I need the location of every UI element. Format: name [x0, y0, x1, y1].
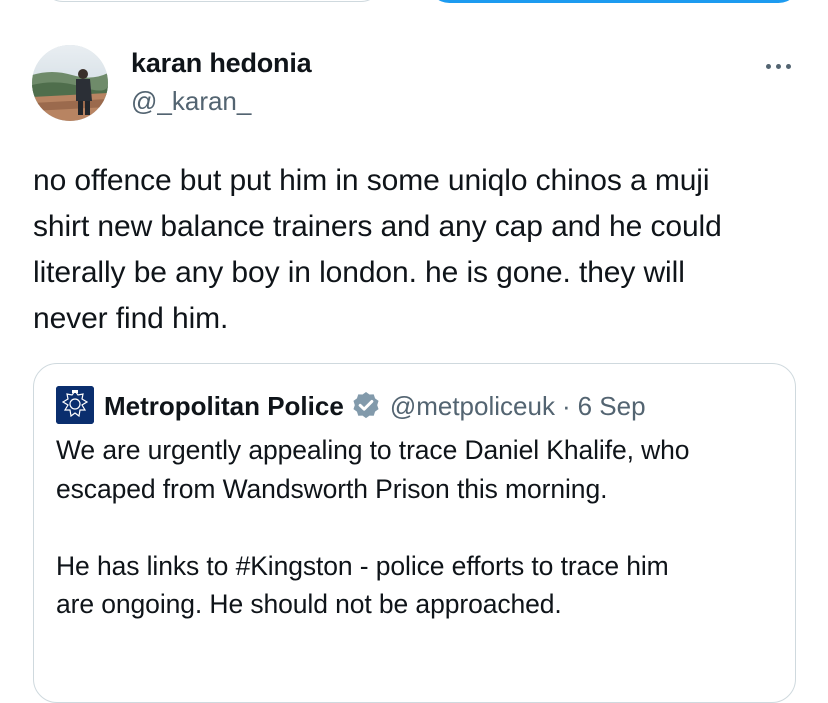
ellipsis-dot-icon [765, 63, 771, 69]
quoted-tweet-card[interactable]: Metropolitan Police @metpoliceuk · 6 Sep… [33, 363, 796, 703]
quoted-tweet-date[interactable]: 6 Sep [578, 391, 646, 422]
primary-action-button[interactable] [428, 0, 800, 3]
quoted-author-name[interactable]: Metropolitan Police [104, 391, 344, 422]
met-police-crest-icon [56, 386, 94, 424]
verified-badge-icon [353, 392, 379, 419]
more-options-icon[interactable] [760, 52, 796, 80]
secondary-action-button[interactable] [42, 0, 382, 2]
ellipsis-dot-icon [775, 63, 781, 69]
author-avatar[interactable] [32, 45, 108, 121]
author-handle[interactable]: @_karan_ [131, 86, 251, 117]
quoted-tweet-header: Metropolitan Police @metpoliceuk · 6 Sep [104, 388, 646, 424]
quoted-author-handle[interactable]: @metpoliceuk [390, 391, 555, 422]
tweet-text: no offence but put him in some uniqlo ch… [33, 164, 722, 335]
avatar-photo [32, 45, 108, 121]
author-name[interactable]: karan hedonia [131, 48, 312, 79]
ellipsis-dot-icon [785, 63, 791, 69]
separator-dot: · [561, 390, 571, 421]
quoted-tweet-text: We are urgently appealing to trace Danie… [56, 435, 690, 619]
